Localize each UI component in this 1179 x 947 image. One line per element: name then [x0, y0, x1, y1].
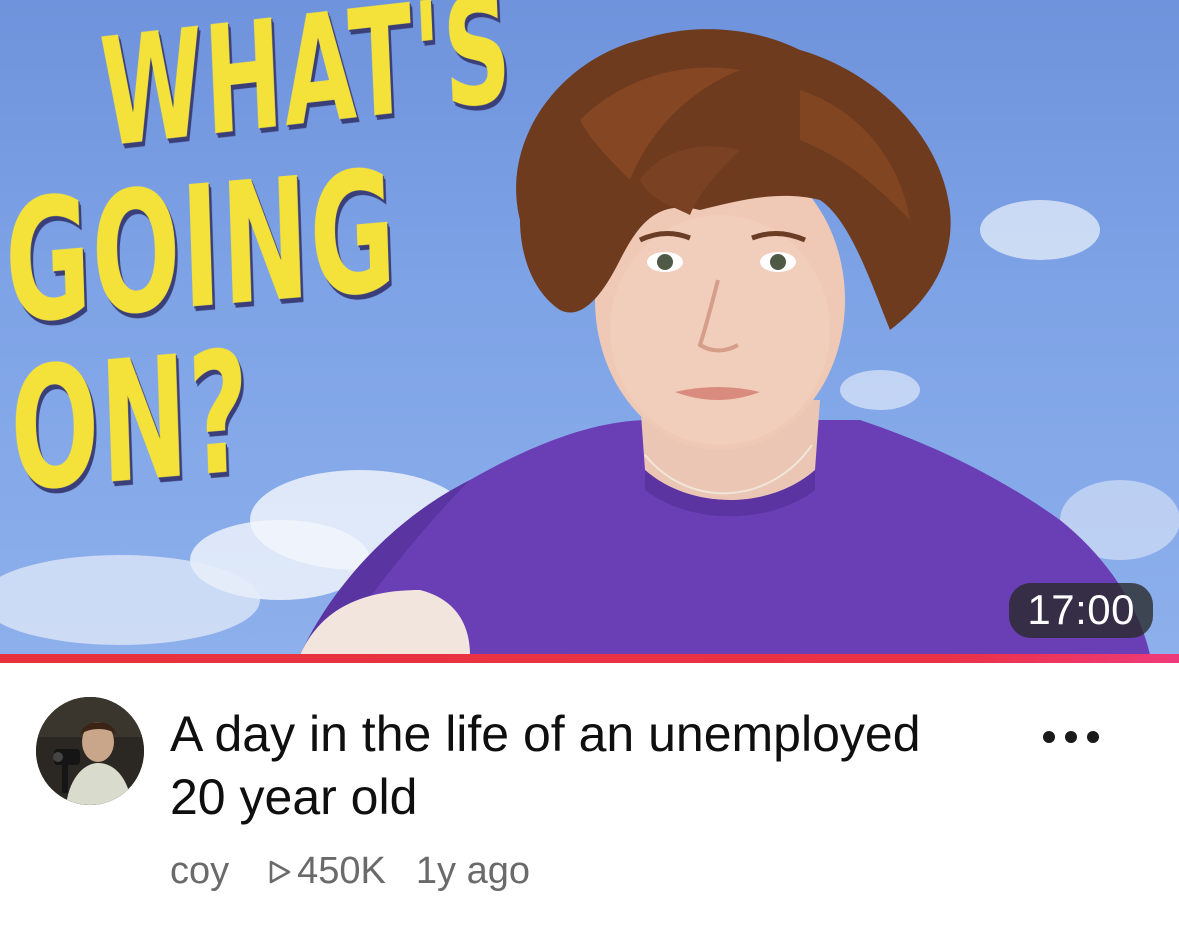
watch-progress-bar	[0, 654, 1179, 663]
thumbnail-headline: WHAT'S GOING ON?	[2, 0, 515, 530]
thumbnail-headline-line2: GOING ON?	[2, 133, 400, 530]
more-options-icon	[1043, 731, 1055, 743]
view-count: 450K	[267, 850, 386, 893]
view-count-value: 450K	[297, 850, 386, 892]
avatar-image	[36, 697, 144, 805]
video-meta: coy 450K 1y ago	[170, 850, 530, 893]
more-options-dot	[1065, 731, 1077, 743]
more-options-dot	[1087, 731, 1099, 743]
upload-age: 1y ago	[415, 850, 530, 892]
video-thumbnail[interactable]: WHAT'S GOING ON? 17:00	[0, 0, 1179, 655]
duration-badge: 17:00	[1009, 583, 1153, 638]
video-title[interactable]: A day in the life of an unemployed 20 ye…	[170, 703, 990, 829]
play-outline-icon	[269, 860, 291, 883]
more-options-button[interactable]	[1043, 722, 1099, 752]
channel-avatar[interactable]	[36, 697, 144, 805]
channel-name[interactable]: coy	[170, 850, 229, 893]
